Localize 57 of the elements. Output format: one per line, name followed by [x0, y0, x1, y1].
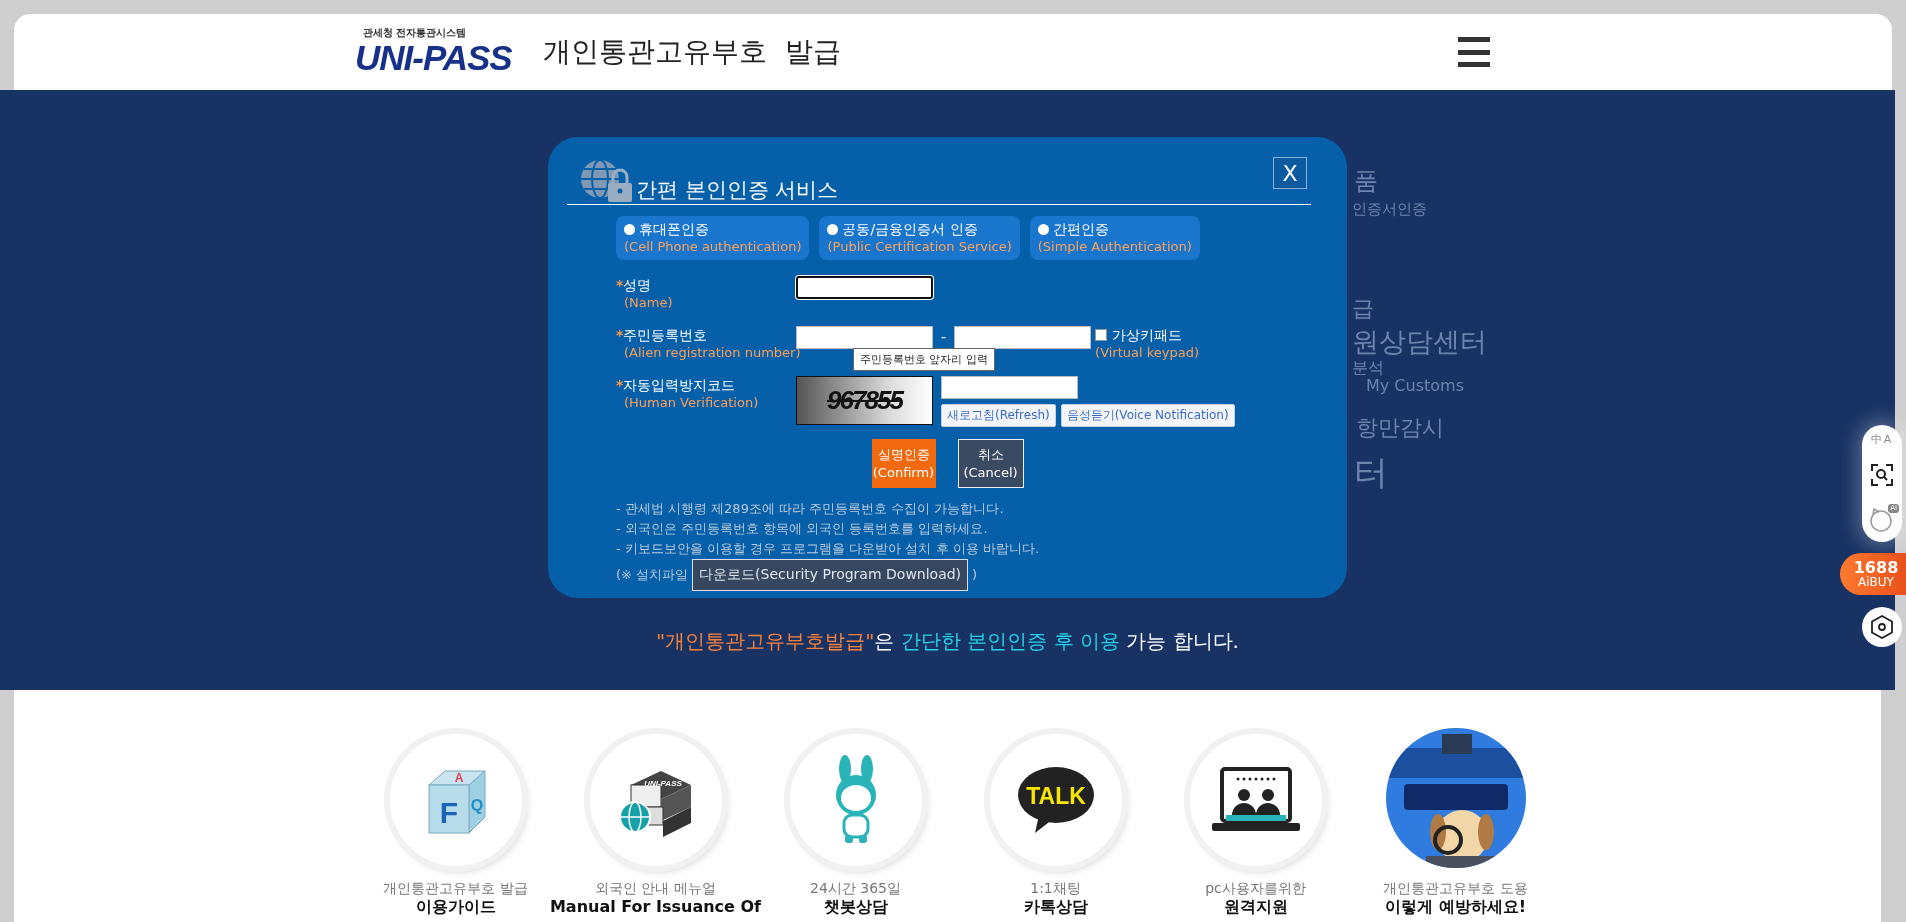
- menu-title[interactable]: Manual For Issuance Of: [549, 897, 762, 917]
- id-back-input[interactable]: [954, 326, 1092, 349]
- menu-caption: 24시간 365일: [810, 879, 901, 897]
- menu-title[interactable]: 카톡상담: [1023, 897, 1088, 917]
- captcha-button[interactable]: 새로고침(Refresh): [941, 404, 1056, 427]
- captcha-image: 967855: [796, 376, 933, 425]
- background-text: 분석: [1352, 358, 1384, 379]
- menu-title[interactable]: 원격지원: [1223, 897, 1288, 917]
- menu-title[interactable]: 이용가이드: [415, 897, 496, 917]
- menu-caption: 개인통관고유부호 도용: [1383, 879, 1528, 897]
- tooltip: 주민등록번호 앞자리 입력: [853, 348, 995, 371]
- auth-method-tab[interactable]: 간편인증 (Simple Authentication): [1029, 216, 1200, 260]
- captcha-input[interactable]: [941, 376, 1078, 399]
- menu-caption: pc사용자를위한: [1205, 879, 1306, 897]
- menu-caption: 외국인 안내 메뉴얼: [595, 879, 716, 897]
- cancel-button[interactable]: 취소 (Cancel): [957, 439, 1024, 488]
- background-text: 원상담센터: [1352, 325, 1487, 359]
- background-text: 인증서인증: [1352, 200, 1427, 219]
- field-sublabel: (Name): [623, 294, 674, 312]
- menu-caption: 개인통관고유부호 발급: [383, 879, 528, 897]
- download-button[interactable]: 다운로드(Security Program Download): [692, 559, 969, 591]
- name-input[interactable]: [796, 276, 933, 299]
- keypad-label: 가상키패드: [1112, 326, 1183, 344]
- background-text: 항만감시: [1356, 414, 1444, 442]
- page-title: 개인통관고유부호 발급: [543, 34, 841, 70]
- note-text: ): [972, 566, 978, 584]
- hexagon-icon[interactable]: [1871, 615, 1893, 639]
- notice-text: "개인통관고유부호발급"은 간단한 본인인증 후 이용 가능 합니다.: [655, 628, 1240, 655]
- background-text: 품: [1354, 166, 1378, 197]
- modal-title: 간편 본인인증 서비스: [636, 177, 839, 203]
- separator-text: -: [941, 328, 947, 347]
- menu-icon[interactable]: [1458, 37, 1490, 67]
- background-text: 급: [1352, 295, 1374, 323]
- auth-method-tab[interactable]: 공동/금융인증서 인증 (Public Certification Service): [819, 216, 1020, 260]
- captcha-button[interactable]: 음성듣기(Voice Notification): [1060, 404, 1235, 427]
- logo-caption: 관세청 전자통관시스템: [363, 27, 468, 39]
- keypad-sublabel: (Virtual keypad): [1095, 344, 1200, 362]
- scan-search-icon[interactable]: [1871, 464, 1893, 487]
- note-text: - 외국인은 주민등록번호 항목에 외국인 등록번호를 입력하세요.: [616, 520, 989, 538]
- menu-title[interactable]: 챗봇상담: [823, 897, 888, 917]
- logo[interactable]: UNI-PASS: [355, 39, 533, 77]
- field-sublabel: (Human Verification): [623, 394, 760, 412]
- note-text: (※ 설치파일: [616, 566, 689, 584]
- translate-icon[interactable]: 中 A: [1871, 434, 1893, 445]
- menu-caption: 1:1채팅: [1030, 879, 1081, 897]
- field-label: *주민등록번호: [616, 326, 709, 344]
- keypad-checkbox[interactable]: [1095, 329, 1108, 341]
- auth-method-tab[interactable]: 휴대폰인증 (Cell Phone authentication): [616, 216, 810, 260]
- background-text: My Customs: [1366, 376, 1464, 395]
- background-text: 터: [1354, 451, 1388, 494]
- note-text: - 관세법 시행령 제289조에 따라 주민등록번호 수집이 가능합니다.: [616, 500, 1005, 518]
- note-text: - 키보드보안을 이용할 경우 프로그램을 다운받아 설치 후 이용 바랍니다.: [616, 540, 1040, 558]
- field-label: *자동입력방지코드: [616, 376, 737, 394]
- menu-title[interactable]: 이렇게 예방하세요!: [1385, 897, 1526, 917]
- field-label: *성명: [616, 276, 653, 294]
- id-front-input[interactable]: [796, 326, 933, 349]
- close-button[interactable]: X: [1273, 157, 1307, 189]
